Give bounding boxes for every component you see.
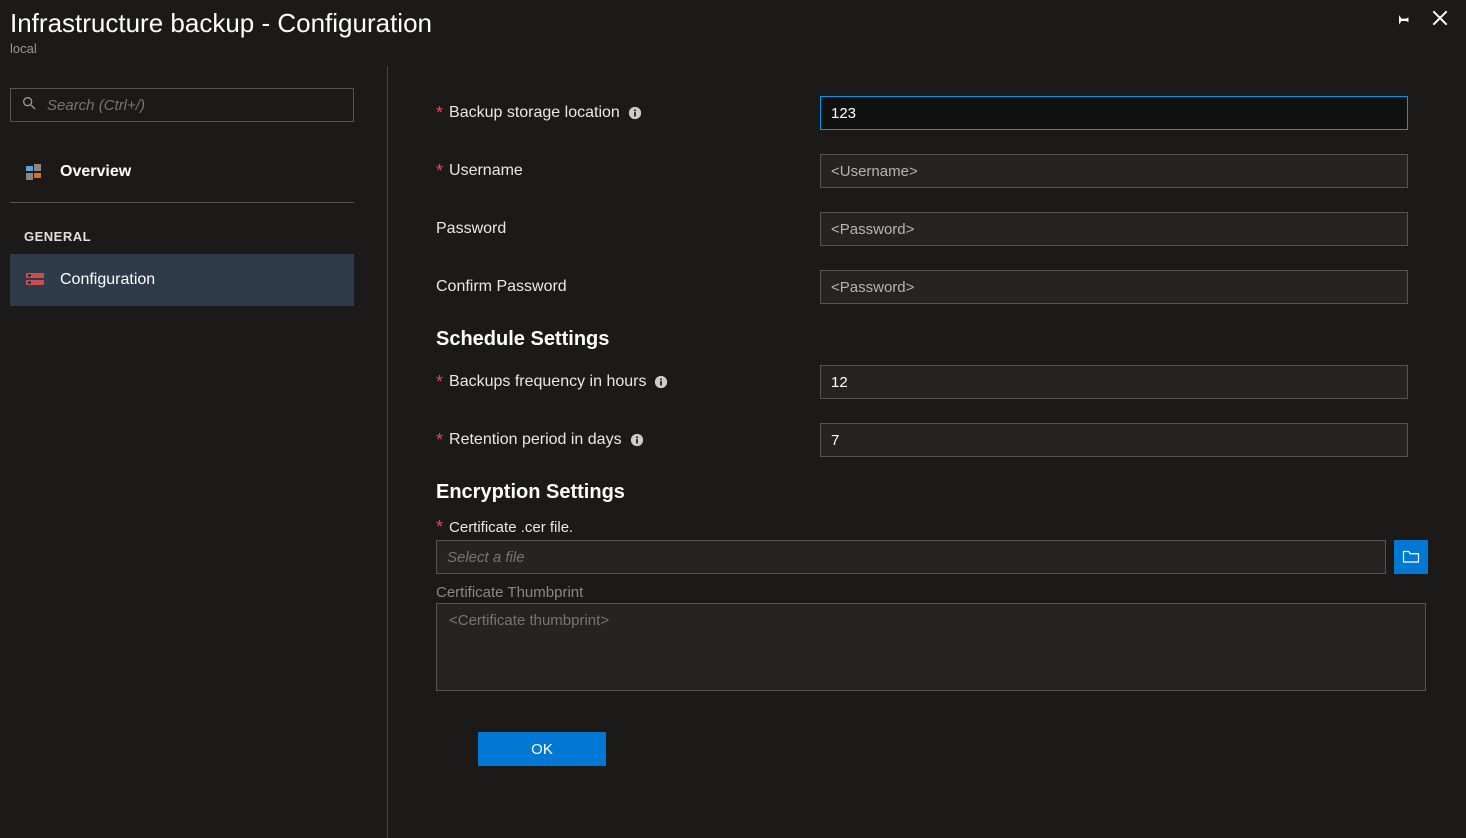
label-text: Password [436,220,506,238]
sidebar: Overview GENERAL Configuration [10,66,388,838]
header-titles: Infrastructure backup - Configuration lo… [10,8,1392,56]
schedule-settings-heading: Schedule Settings [436,328,1436,351]
username-label: * Username [436,162,820,180]
sidebar-item-configuration[interactable]: Configuration [10,254,354,306]
encryption-settings-heading: Encryption Settings [436,481,1436,504]
label-text: Backup storage location [449,104,620,122]
search-box[interactable] [10,88,354,122]
confirm-password-input[interactable] [820,270,1408,304]
page-title: Infrastructure backup - Configuration [10,8,1392,39]
info-icon[interactable] [630,433,644,447]
page-subtitle: local [10,41,1392,56]
label-text: Backups frequency in hours [449,373,646,391]
browse-file-button[interactable] [1394,540,1428,574]
search-icon [21,95,37,116]
retention-label: * Retention period in days [436,431,820,449]
close-icon[interactable] [1430,8,1450,33]
label-text: Confirm Password [436,278,567,296]
thumbprint-input[interactable] [436,603,1426,691]
certificate-file-input[interactable] [436,540,1386,574]
password-label: Password [436,220,820,238]
sidebar-item-label: Configuration [60,271,155,289]
thumbprint-label: Certificate Thumbprint [436,584,1436,601]
pin-icon[interactable] [1392,8,1412,33]
required-marker: * [436,162,443,180]
search-input[interactable] [37,97,343,114]
folder-icon [1402,548,1420,567]
info-icon[interactable] [654,375,668,389]
retention-input[interactable] [820,423,1408,457]
storage-location-label: * Backup storage location [436,104,820,122]
frequency-label: * Backups frequency in hours [436,373,820,391]
required-marker: * [436,431,443,449]
sidebar-item-label: Overview [60,163,131,181]
ok-button[interactable]: OK [478,732,606,766]
required-marker: * [436,104,443,122]
label-text: Retention period in days [449,431,622,449]
required-marker: * [436,518,443,536]
storage-location-input[interactable] [820,96,1408,130]
label-text: Certificate .cer file. [449,519,573,536]
label-text: Username [449,162,523,180]
sidebar-separator [10,202,354,203]
content-pane: * Backup storage location * Username [388,66,1456,838]
required-marker: * [436,373,443,391]
username-input[interactable] [820,154,1408,188]
certificate-file-label: * Certificate .cer file. [436,518,1436,536]
overview-icon [24,164,46,180]
password-input[interactable] [820,212,1408,246]
blade-header: Infrastructure backup - Configuration lo… [10,4,1456,66]
info-icon[interactable] [628,106,642,120]
frequency-input[interactable] [820,365,1408,399]
sidebar-section-general: GENERAL [10,221,387,254]
confirm-password-label: Confirm Password [436,278,820,296]
sidebar-item-overview[interactable]: Overview [10,146,354,198]
configuration-icon [24,273,46,287]
